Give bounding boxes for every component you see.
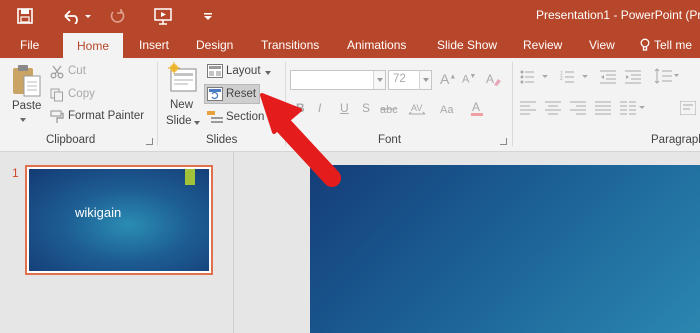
tab-insert[interactable]: Insert <box>139 32 169 58</box>
tab-slide-show[interactable]: Slide Show <box>437 32 497 58</box>
font-size-combo[interactable]: 72 <box>388 70 432 90</box>
new-slide-label-line2[interactable]: Slide <box>166 115 192 127</box>
copy-button[interactable]: Copy <box>68 88 95 100</box>
slide-accent-bar <box>185 169 195 185</box>
slide-number: 1 <box>12 166 19 180</box>
save-icon[interactable] <box>12 4 38 28</box>
new-slide-button[interactable]: New <box>170 99 193 111</box>
font-color-icon[interactable]: A <box>470 100 488 119</box>
start-from-beginning-icon[interactable] <box>150 4 176 28</box>
increase-font-size-button[interactable]: A▲ <box>440 71 456 87</box>
reset-icon <box>207 87 223 104</box>
tab-transitions[interactable]: Transitions <box>261 32 319 58</box>
cut-button[interactable]: Cut <box>68 65 86 77</box>
clipboard-launcher-icon[interactable] <box>146 138 153 145</box>
lightbulb-icon <box>640 38 650 51</box>
align-center-icon[interactable] <box>545 101 561 118</box>
text-direction-icon[interactable] <box>679 100 697 118</box>
increase-indent-icon[interactable] <box>625 70 641 87</box>
italic-button[interactable]: I <box>318 101 321 115</box>
svg-text:A: A <box>472 100 480 114</box>
reset-label: Reset <box>226 88 257 100</box>
paste-icon[interactable] <box>10 64 42 98</box>
svg-text:abc: abc <box>380 104 398 116</box>
undo-icon[interactable] <box>58 4 94 28</box>
strikethrough-icon[interactable]: abc <box>380 102 398 119</box>
character-spacing-icon[interactable]: AV <box>408 102 426 119</box>
line-spacing-icon[interactable] <box>654 68 680 87</box>
group-separator <box>285 62 286 146</box>
section-icon[interactable] <box>207 110 223 127</box>
new-slide-icon[interactable] <box>168 62 198 99</box>
underline-button[interactable]: U <box>340 101 349 115</box>
ribbon-tab-bar: File Home Insert Design Transitions Anim… <box>0 32 700 58</box>
tell-me-label: Tell me <box>654 38 693 52</box>
tab-file[interactable]: File <box>20 32 39 58</box>
shadow-button[interactable]: S <box>362 101 370 115</box>
change-case-icon[interactable]: Aa <box>440 102 458 119</box>
slide-thumbnail-title: wikigain <box>75 205 122 220</box>
font-name-combo[interactable] <box>290 70 386 90</box>
clipboard-group-label: Clipboard <box>46 134 96 146</box>
layout-dropdown-icon[interactable] <box>265 71 271 75</box>
tab-home[interactable]: Home <box>63 33 124 58</box>
customize-qat-icon[interactable] <box>198 4 218 28</box>
decrease-font-size-button[interactable]: A▼ <box>462 73 476 86</box>
format-painter-icon[interactable] <box>50 110 64 127</box>
tell-me-search[interactable]: Tell me <box>640 32 692 58</box>
justify-icon[interactable] <box>595 101 611 118</box>
align-left-icon[interactable] <box>520 101 536 118</box>
section-button[interactable]: Section <box>226 111 264 123</box>
tab-view[interactable]: View <box>589 32 615 58</box>
tab-design[interactable]: Design <box>196 32 233 58</box>
decrease-indent-icon[interactable] <box>600 70 616 87</box>
tab-animations[interactable]: Animations <box>347 32 406 58</box>
window-title: Presentation1 - PowerPoint (Pr <box>536 8 700 22</box>
group-separator <box>512 62 513 146</box>
paste-dropdown-icon[interactable] <box>20 118 26 122</box>
main-slide-canvas[interactable] <box>310 165 700 333</box>
clear-formatting-icon[interactable]: A <box>486 71 502 90</box>
layout-icon[interactable] <box>207 64 223 81</box>
tab-review[interactable]: Review <box>523 32 562 58</box>
paragraph-group-label: Paragraph <box>651 134 700 146</box>
new-slide-dropdown-icon[interactable] <box>194 121 200 125</box>
svg-text:AV: AV <box>411 103 422 113</box>
font-group-label: Font <box>378 134 402 146</box>
font-size-dropdown-icon[interactable] <box>419 71 431 89</box>
slide-thumbnail-background: wikigain <box>29 169 209 271</box>
font-size-value: 72 <box>393 73 406 85</box>
font-launcher-icon[interactable] <box>500 138 507 145</box>
title-bar: Presentation1 - PowerPoint (Pr <box>0 0 700 32</box>
bullets-icon[interactable] <box>520 70 552 87</box>
slides-group-label: Slides <box>206 134 238 146</box>
redo-icon[interactable] <box>106 4 128 28</box>
font-name-dropdown-icon[interactable] <box>373 71 385 89</box>
columns-icon[interactable] <box>620 101 646 118</box>
paste-button[interactable]: Paste <box>12 100 41 112</box>
bold-button[interactable]: B <box>296 101 305 115</box>
svg-text:A: A <box>486 72 494 86</box>
group-separator <box>157 62 158 146</box>
svg-text:Aa: Aa <box>440 104 454 116</box>
format-painter-button[interactable]: Format Painter <box>68 110 144 122</box>
copy-icon[interactable] <box>50 88 64 105</box>
align-right-icon[interactable] <box>570 101 586 118</box>
scissors-icon[interactable] <box>50 65 64 82</box>
svg-text:2: 2 <box>560 76 563 82</box>
layout-button[interactable]: Layout <box>226 65 261 77</box>
slide-thumbnail[interactable]: wikigain <box>25 165 213 275</box>
numbering-icon[interactable]: 12 <box>560 70 592 87</box>
